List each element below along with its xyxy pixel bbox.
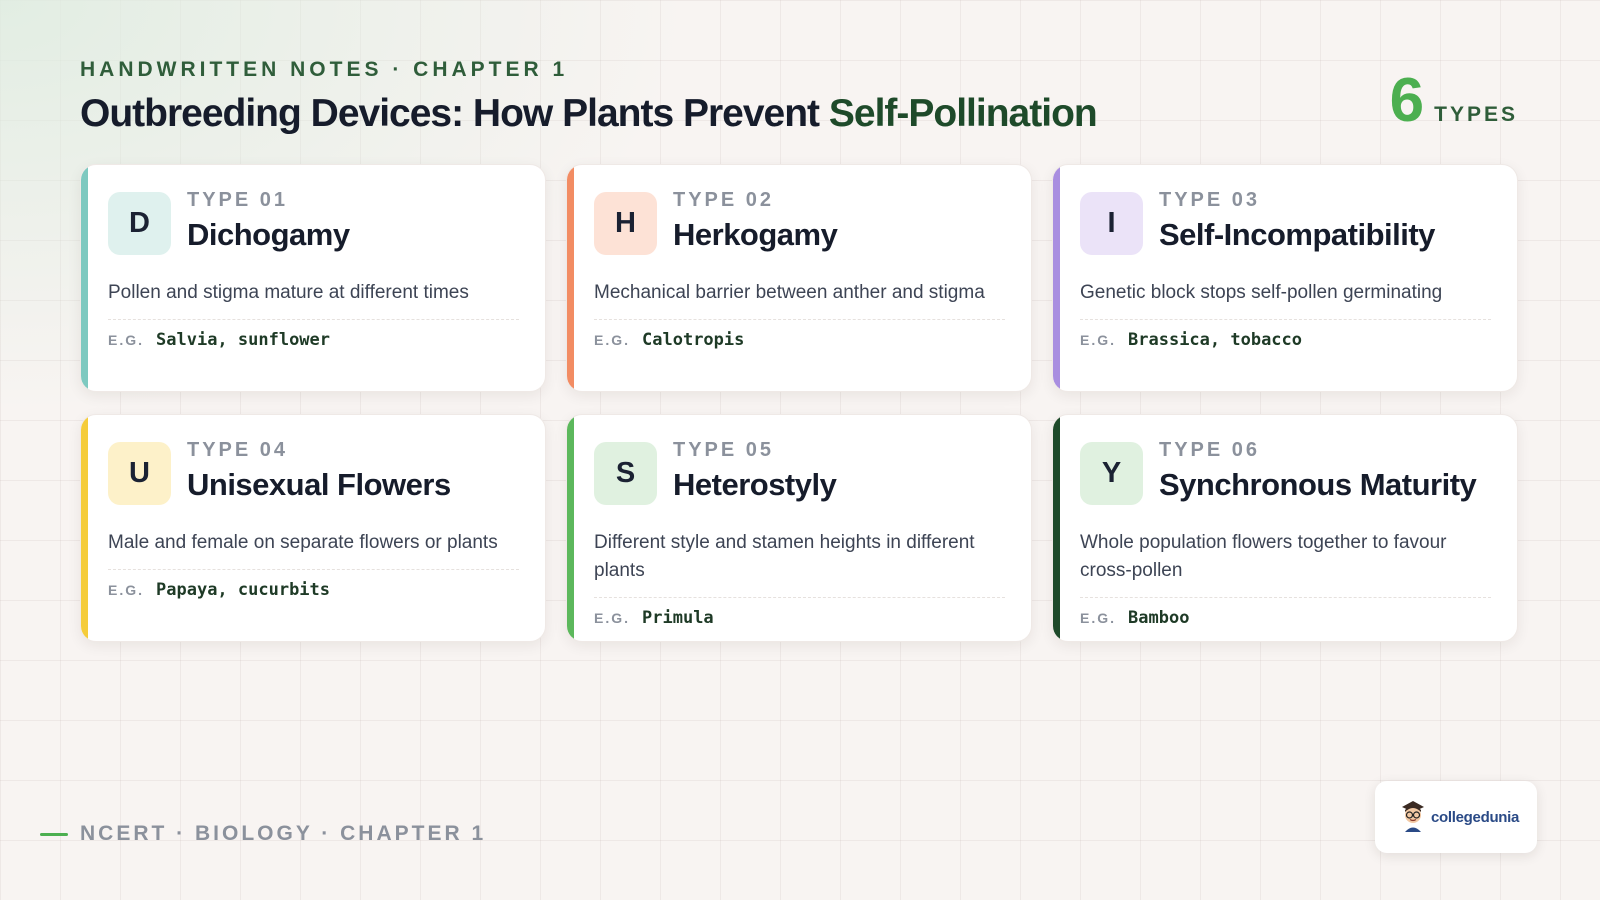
example-label: E.G. (108, 332, 145, 348)
footer-accent-line (40, 832, 68, 836)
card-heading: TYPE 06 Synchronous Maturity (1159, 439, 1477, 504)
example-label: E.G. (594, 332, 631, 348)
card-accent-bar (1053, 165, 1060, 391)
letter-badge: Y (1080, 442, 1143, 505)
student-mascot-icon (1399, 798, 1427, 837)
card-heading: TYPE 01 Dichogamy (187, 189, 350, 254)
card-heading: TYPE 04 Unisexual Flowers (187, 439, 451, 504)
card-example: E.G. Salvia, sunflower (108, 330, 519, 350)
card-title: Self-Incompatibility (1159, 217, 1435, 252)
example-value: Brassica, tobacco (1128, 330, 1303, 350)
title-main: Outbreeding Devices: How Plants Prevent (80, 92, 829, 135)
example-value: Papaya, cucurbits (156, 580, 331, 600)
footer-text: NCERT · BIOLOGY · CHAPTER 1 (80, 822, 487, 845)
type-count-label: TYPES (1434, 103, 1518, 126)
example-value: Salvia, sunflower (156, 330, 331, 350)
card-example: E.G. Papaya, cucurbits (108, 580, 519, 600)
card-description: Genetic block stops self-pollen germinat… (1080, 279, 1491, 320)
card-title: Dichogamy (187, 217, 350, 252)
card-accent-bar (567, 165, 574, 391)
card-accent-bar (567, 415, 574, 641)
letter-badge: S (594, 442, 657, 505)
card-type-label: TYPE 01 (187, 189, 289, 211)
card-header: D TYPE 01 Dichogamy (108, 189, 519, 269)
card-heading: TYPE 03 Self-Incompatibility (1159, 189, 1435, 254)
card-description: Different style and stamen heights in di… (594, 529, 1005, 598)
card-type-label: TYPE 04 (187, 439, 289, 461)
card-description: Male and female on separate flowers or p… (108, 529, 519, 570)
card-title: Heterostyly (673, 467, 837, 502)
example-label: E.G. (108, 582, 145, 598)
page-title: Outbreeding Devices: How Plants Prevent … (80, 92, 1098, 136)
card-accent-bar (1053, 415, 1060, 641)
type-card-1: D TYPE 01 Dichogamy Pollen and stigma ma… (80, 164, 546, 392)
card-title: Unisexual Flowers (187, 467, 451, 502)
type-card-4: U TYPE 04 Unisexual Flowers Male and fem… (80, 414, 546, 642)
card-example: E.G. Bamboo (1080, 608, 1491, 628)
card-header: S TYPE 05 Heterostyly (594, 439, 1005, 519)
letter-badge: U (108, 442, 171, 505)
letter-badge: D (108, 192, 171, 255)
card-example: E.G. Calotropis (594, 330, 1005, 350)
card-type-label: TYPE 03 (1159, 189, 1261, 211)
example-value: Calotropis (642, 330, 745, 350)
type-card-2: H TYPE 02 Herkogamy Mechanical barrier b… (566, 164, 1032, 392)
example-value: Primula (642, 608, 714, 628)
letter-badge: I (1080, 192, 1143, 255)
type-count-number: 6 (1389, 66, 1425, 135)
card-title: Herkogamy (673, 217, 838, 252)
eyebrow-label: HANDWRITTEN NOTES · CHAPTER 1 (80, 58, 569, 81)
example-label: E.G. (594, 610, 631, 626)
type-card-5: S TYPE 05 Heterostyly Different style an… (566, 414, 1032, 642)
example-label: E.G. (1080, 332, 1117, 348)
type-card-6: Y TYPE 06 Synchronous Maturity Whole pop… (1052, 414, 1518, 642)
card-header: H TYPE 02 Herkogamy (594, 189, 1005, 269)
card-description: Mechanical barrier between anther and st… (594, 279, 1005, 320)
card-title: Synchronous Maturity (1159, 467, 1477, 502)
collegedunia-logo[interactable]: collegedunia (1375, 781, 1537, 853)
card-accent-bar (81, 415, 88, 641)
card-header: I TYPE 03 Self-Incompatibility (1080, 189, 1491, 269)
cards-grid: D TYPE 01 Dichogamy Pollen and stigma ma… (80, 164, 1518, 642)
card-example: E.G. Brassica, tobacco (1080, 330, 1491, 350)
card-description: Pollen and stigma mature at different ti… (108, 279, 519, 320)
card-header: U TYPE 04 Unisexual Flowers (108, 439, 519, 519)
card-example: E.G. Primula (594, 608, 1005, 628)
card-type-label: TYPE 06 (1159, 439, 1261, 461)
card-heading: TYPE 05 Heterostyly (673, 439, 837, 504)
card-description: Whole population flowers together to fav… (1080, 529, 1491, 598)
logo-text: collegedunia (1431, 808, 1520, 826)
card-type-label: TYPE 05 (673, 439, 775, 461)
card-type-label: TYPE 02 (673, 189, 775, 211)
title-accent: Self-Pollination (828, 92, 1098, 135)
example-label: E.G. (1080, 610, 1117, 626)
card-header: Y TYPE 06 Synchronous Maturity (1080, 439, 1491, 519)
footer: NCERT · BIOLOGY · CHAPTER 1 (40, 822, 486, 846)
card-heading: TYPE 02 Herkogamy (673, 189, 838, 254)
type-card-3: I TYPE 03 Self-Incompatibility Genetic b… (1052, 164, 1518, 392)
type-count: 6 TYPES (1390, 70, 1518, 132)
example-value: Bamboo (1128, 608, 1190, 628)
letter-badge: H (594, 192, 657, 255)
card-accent-bar (81, 165, 88, 391)
